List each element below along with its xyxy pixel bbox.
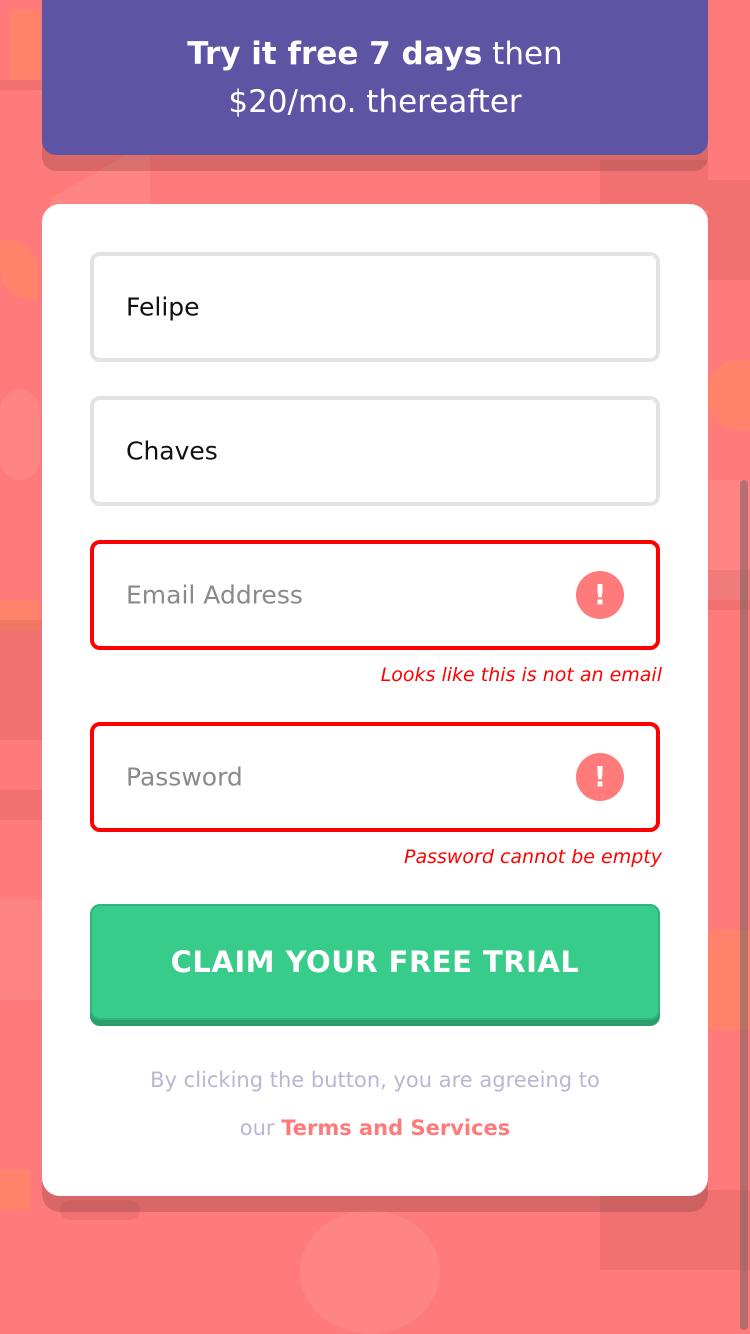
last-name-field-wrapper <box>90 396 660 506</box>
terms-and-services-link[interactable]: Terms and Services <box>281 1116 510 1140</box>
last-name-input[interactable] <box>126 436 546 466</box>
terms-prefix-text: By clicking the button, you are agreeing… <box>150 1068 600 1092</box>
scrollbar-thumb[interactable] <box>740 480 748 1330</box>
offer-then-text: then <box>482 36 563 72</box>
offer-price-text: $20/mo. thereafter <box>228 84 522 120</box>
email-field-wrapper: ! <box>90 540 660 650</box>
offer-headline: Try it free 7 days then <box>42 30 708 78</box>
signup-form-card: ! Looks like this is not an email ! Pass… <box>42 204 708 1196</box>
password-error-message: Password cannot be empty <box>403 846 662 868</box>
email-input[interactable] <box>126 580 546 610</box>
terms-line-two: our Terms and Services <box>42 1104 708 1152</box>
password-field-wrapper: ! <box>90 722 660 832</box>
password-error-icon: ! <box>576 753 624 801</box>
offer-free-trial-text: Try it free 7 days <box>187 36 483 72</box>
email-error-message: Looks like this is not an email <box>380 664 662 686</box>
password-input[interactable] <box>126 762 546 792</box>
first-name-input[interactable] <box>126 292 546 322</box>
claim-free-trial-button[interactable]: CLAIM YOUR FREE TRIAL <box>90 904 660 1020</box>
offer-banner: Try it free 7 days then $20/mo. thereaft… <box>42 0 708 155</box>
first-name-field-wrapper <box>90 252 660 362</box>
email-error-icon: ! <box>576 571 624 619</box>
terms-notice: By clicking the button, you are agreeing… <box>42 1056 708 1152</box>
terms-our-text: our <box>239 1116 282 1140</box>
